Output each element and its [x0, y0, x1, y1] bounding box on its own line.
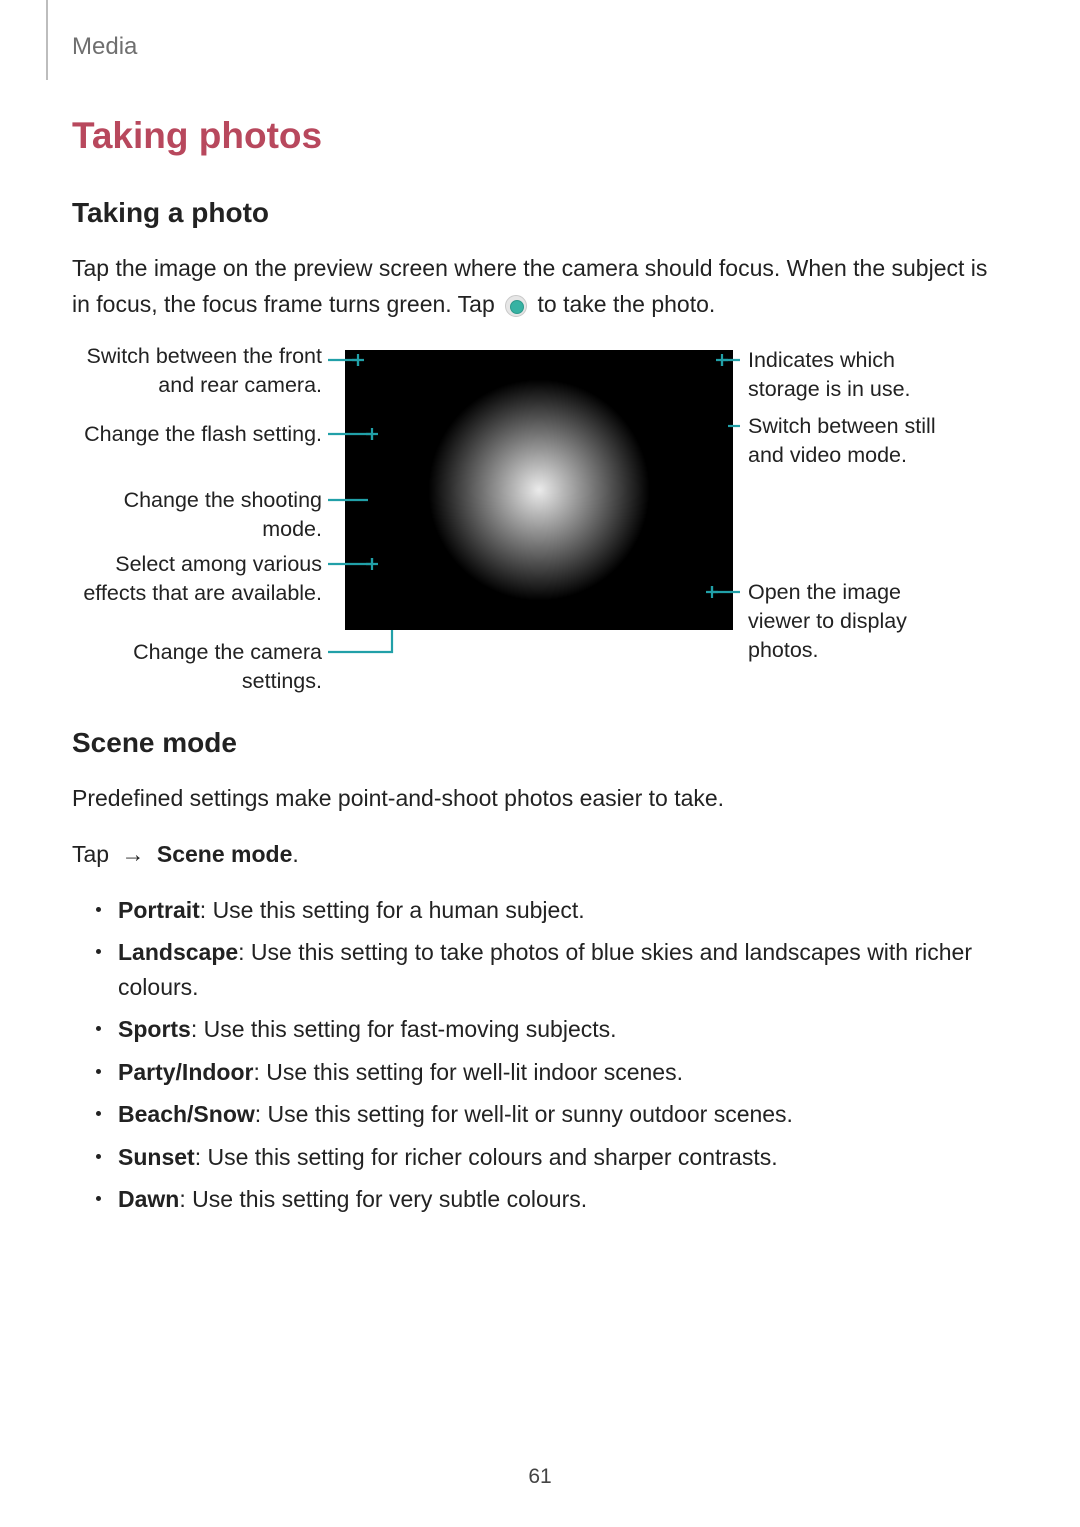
callout-storage: Indicates which storage is in use.	[748, 346, 968, 404]
scene-tap-line: Tap → Scene mode.	[72, 837, 1000, 873]
callout-still-video: Switch between still and video mode.	[748, 412, 968, 470]
list-item: Sports: Use this setting for fast-moving…	[92, 1012, 1000, 1047]
scene-item-name: Sunset	[118, 1144, 195, 1170]
scene-item-name: Landscape	[118, 939, 238, 965]
callout-switch-camera: Switch between the front and rear camera…	[72, 342, 322, 400]
callout-settings: Change the camera settings.	[72, 638, 322, 696]
list-item: Beach/Snow: Use this setting for well-li…	[92, 1097, 1000, 1132]
scene-item-desc: : Use this setting for well-lit indoor s…	[253, 1059, 683, 1085]
photo-intro-text-b: to take the photo.	[538, 291, 716, 317]
scene-item-desc: : Use this setting to take photos of blu…	[118, 939, 972, 1000]
callout-effects: Select among various effects that are av…	[72, 550, 322, 608]
scene-mode-list: Portrait: Use this setting for a human s…	[92, 893, 1000, 1217]
scene-item-desc: : Use this setting for a human subject.	[200, 897, 585, 923]
header-rule	[46, 0, 48, 80]
scene-intro: Predefined settings make point-and-shoot…	[72, 781, 1000, 817]
scene-item-name: Sports	[118, 1016, 191, 1042]
scene-item-name: Party/Indoor	[118, 1059, 253, 1085]
scene-item-desc: : Use this setting for very subtle colou…	[179, 1186, 587, 1212]
photo-intro-paragraph: Tap the image on the preview screen wher…	[72, 251, 1000, 322]
camera-shutter-icon	[505, 295, 527, 317]
callout-shooting-mode: Change the shooting mode.	[72, 486, 322, 544]
scene-item-name: Beach/Snow	[118, 1101, 255, 1127]
scene-item-desc: : Use this setting for fast-moving subje…	[191, 1016, 617, 1042]
subheading-taking-a-photo: Taking a photo	[72, 197, 1000, 229]
scene-item-name: Dawn	[118, 1186, 179, 1212]
scene-item-desc: : Use this setting for well-lit or sunny…	[255, 1101, 793, 1127]
arrow-icon: →	[121, 837, 144, 873]
list-item: Sunset: Use this setting for richer colo…	[92, 1140, 1000, 1175]
list-item: Dawn: Use this setting for very subtle c…	[92, 1182, 1000, 1217]
callout-flash: Change the flash setting.	[72, 420, 322, 449]
scene-item-name: Portrait	[118, 897, 200, 923]
scene-tap-suffix: .	[292, 841, 298, 867]
scene-item-desc: : Use this setting for richer colours an…	[195, 1144, 778, 1170]
scene-tap-target: Scene mode	[157, 841, 293, 867]
photo-intro-text-a: Tap the image on the preview screen wher…	[72, 255, 987, 317]
list-item: Party/Indoor: Use this setting for well-…	[92, 1055, 1000, 1090]
section-title: Media	[72, 33, 137, 61]
page-title: Taking photos	[72, 115, 1000, 157]
subheading-scene-mode: Scene mode	[72, 727, 1000, 759]
camera-ui-diagram: Switch between the front and rear camera…	[72, 342, 1000, 687]
scene-tap-prefix: Tap	[72, 841, 115, 867]
list-item: Landscape: Use this setting to take phot…	[92, 935, 1000, 1004]
page-number: 61	[0, 1465, 1080, 1489]
callout-viewer: Open the image viewer to display photos.	[748, 578, 968, 665]
list-item: Portrait: Use this setting for a human s…	[92, 893, 1000, 928]
